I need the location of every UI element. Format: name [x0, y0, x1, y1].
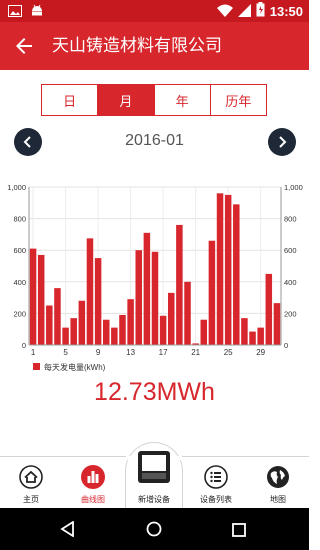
bar-day-15 [143, 232, 151, 345]
period-tabs: 日 月 年 历年 [41, 84, 267, 116]
legend-label: 每天发电量(kWh) [44, 362, 106, 372]
bar-day-27 [241, 318, 248, 345]
page-title: 天山铸造材料有限公司 [52, 36, 222, 56]
nav-curve-chart-label: 曲线图 [81, 495, 105, 504]
wifi-icon [216, 2, 233, 21]
legend-swatch [33, 363, 40, 370]
bar-day-11 [111, 327, 118, 345]
app-bar: 天山铸造材料有限公司 [0, 22, 309, 70]
list-icon [204, 465, 228, 489]
bar-day-23 [208, 240, 216, 345]
tab-day[interactable]: 日 [42, 85, 99, 115]
globe-icon [266, 465, 290, 489]
nav-device-list[interactable]: 设备列表 [185, 457, 247, 509]
add-device-icon [137, 450, 171, 484]
nav-map[interactable]: 地图 [247, 457, 309, 509]
bar-day-10 [102, 319, 110, 345]
bar-day-26 [233, 204, 240, 345]
recents-square-icon[interactable] [232, 522, 246, 541]
tab-month[interactable]: 月 [98, 85, 155, 115]
bar-chart-icon [81, 465, 105, 489]
x-tick-label: 29 [256, 348, 265, 357]
y-tick-label-left: 1,000 [7, 183, 26, 192]
y-tick-label-left: 200 [13, 309, 26, 318]
y-tick-label-right: 800 [284, 215, 297, 224]
bar-day-7 [78, 300, 86, 345]
bar-day-12 [119, 314, 126, 345]
back-triangle-icon[interactable] [60, 520, 76, 541]
x-tick-label: 9 [96, 348, 101, 357]
home-icon [19, 465, 43, 489]
back-arrow-icon[interactable] [12, 34, 36, 58]
y-tick-label-left: 400 [13, 278, 26, 287]
tab-all-years[interactable]: 历年 [210, 85, 266, 115]
total-energy-value: 12.73MWh [94, 378, 215, 406]
bar-day-14 [135, 250, 142, 345]
bar-day-5 [62, 327, 69, 345]
daily-energy-chart: 0 0 200 200 400 400 600 600 800 800 1,000 1,000 1 5 9 1… [7, 183, 303, 372]
x-tick-label: 5 [63, 348, 68, 357]
y-tick-label-left: 800 [13, 215, 26, 224]
bar-day-17 [159, 315, 167, 345]
home-circle-icon[interactable] [146, 521, 162, 541]
nav-home[interactable]: 主页 [0, 457, 62, 509]
bar-day-18 [168, 292, 175, 345]
chart-bars [29, 193, 281, 345]
y-tick-label-left: 0 [22, 341, 26, 350]
bar-day-13 [127, 299, 134, 345]
y-tick-label-right: 400 [284, 278, 297, 287]
bar-day-8 [86, 238, 94, 345]
y-tick-label-left: 600 [13, 246, 26, 255]
status-time: 13:50 [269, 3, 303, 19]
current-period-label: 2016-01 [125, 132, 184, 149]
bar-day-20 [184, 281, 191, 345]
x-tick-label: 17 [159, 348, 168, 357]
bar-day-29 [257, 327, 264, 345]
bar-day-9 [94, 258, 102, 345]
bar-day-22 [200, 319, 208, 345]
bar-day-30 [265, 273, 273, 345]
bar-day-2 [37, 254, 45, 345]
bar-day-24 [216, 193, 224, 345]
x-tick-label: 25 [224, 348, 233, 357]
chevron-right-icon [277, 133, 287, 152]
nav-curve-chart[interactable]: 曲线图 [62, 457, 124, 509]
bar-day-4 [54, 288, 61, 345]
image-notification-icon [8, 2, 22, 21]
next-period-button[interactable] [268, 128, 296, 156]
chart-legend: 每天发电量(kWh) [33, 362, 106, 372]
bar-day-3 [46, 305, 53, 345]
x-tick-label: 1 [31, 348, 36, 357]
tab-year[interactable]: 年 [154, 85, 211, 115]
bar-day-25 [224, 194, 232, 345]
signal-icon [237, 2, 251, 21]
battery-icon [256, 1, 265, 21]
nav-add-device-label: 新增设备 [138, 495, 170, 504]
bar-day-28 [249, 331, 256, 345]
x-tick-label: 13 [126, 348, 135, 357]
y-tick-label-right: 200 [284, 309, 297, 318]
y-tick-label-right: 0 [284, 341, 288, 350]
bar-day-1 [29, 248, 37, 345]
bar-day-31 [273, 303, 281, 345]
bar-day-19 [176, 224, 183, 345]
android-icon [30, 2, 44, 21]
y-tick-label-right: 1,000 [284, 183, 303, 192]
bar-day-6 [70, 318, 77, 345]
nav-device-list-label: 设备列表 [200, 495, 232, 504]
y-tick-label-right: 600 [284, 246, 297, 255]
system-navigation-bar [0, 508, 309, 550]
nav-home-label: 主页 [23, 495, 39, 504]
x-tick-label: 21 [191, 348, 200, 357]
nav-add-device[interactable]: 新增设备 [123, 451, 185, 508]
nav-map-label: 地图 [270, 495, 286, 504]
bar-day-16 [151, 251, 159, 345]
status-bar: 13:50 [0, 0, 309, 22]
